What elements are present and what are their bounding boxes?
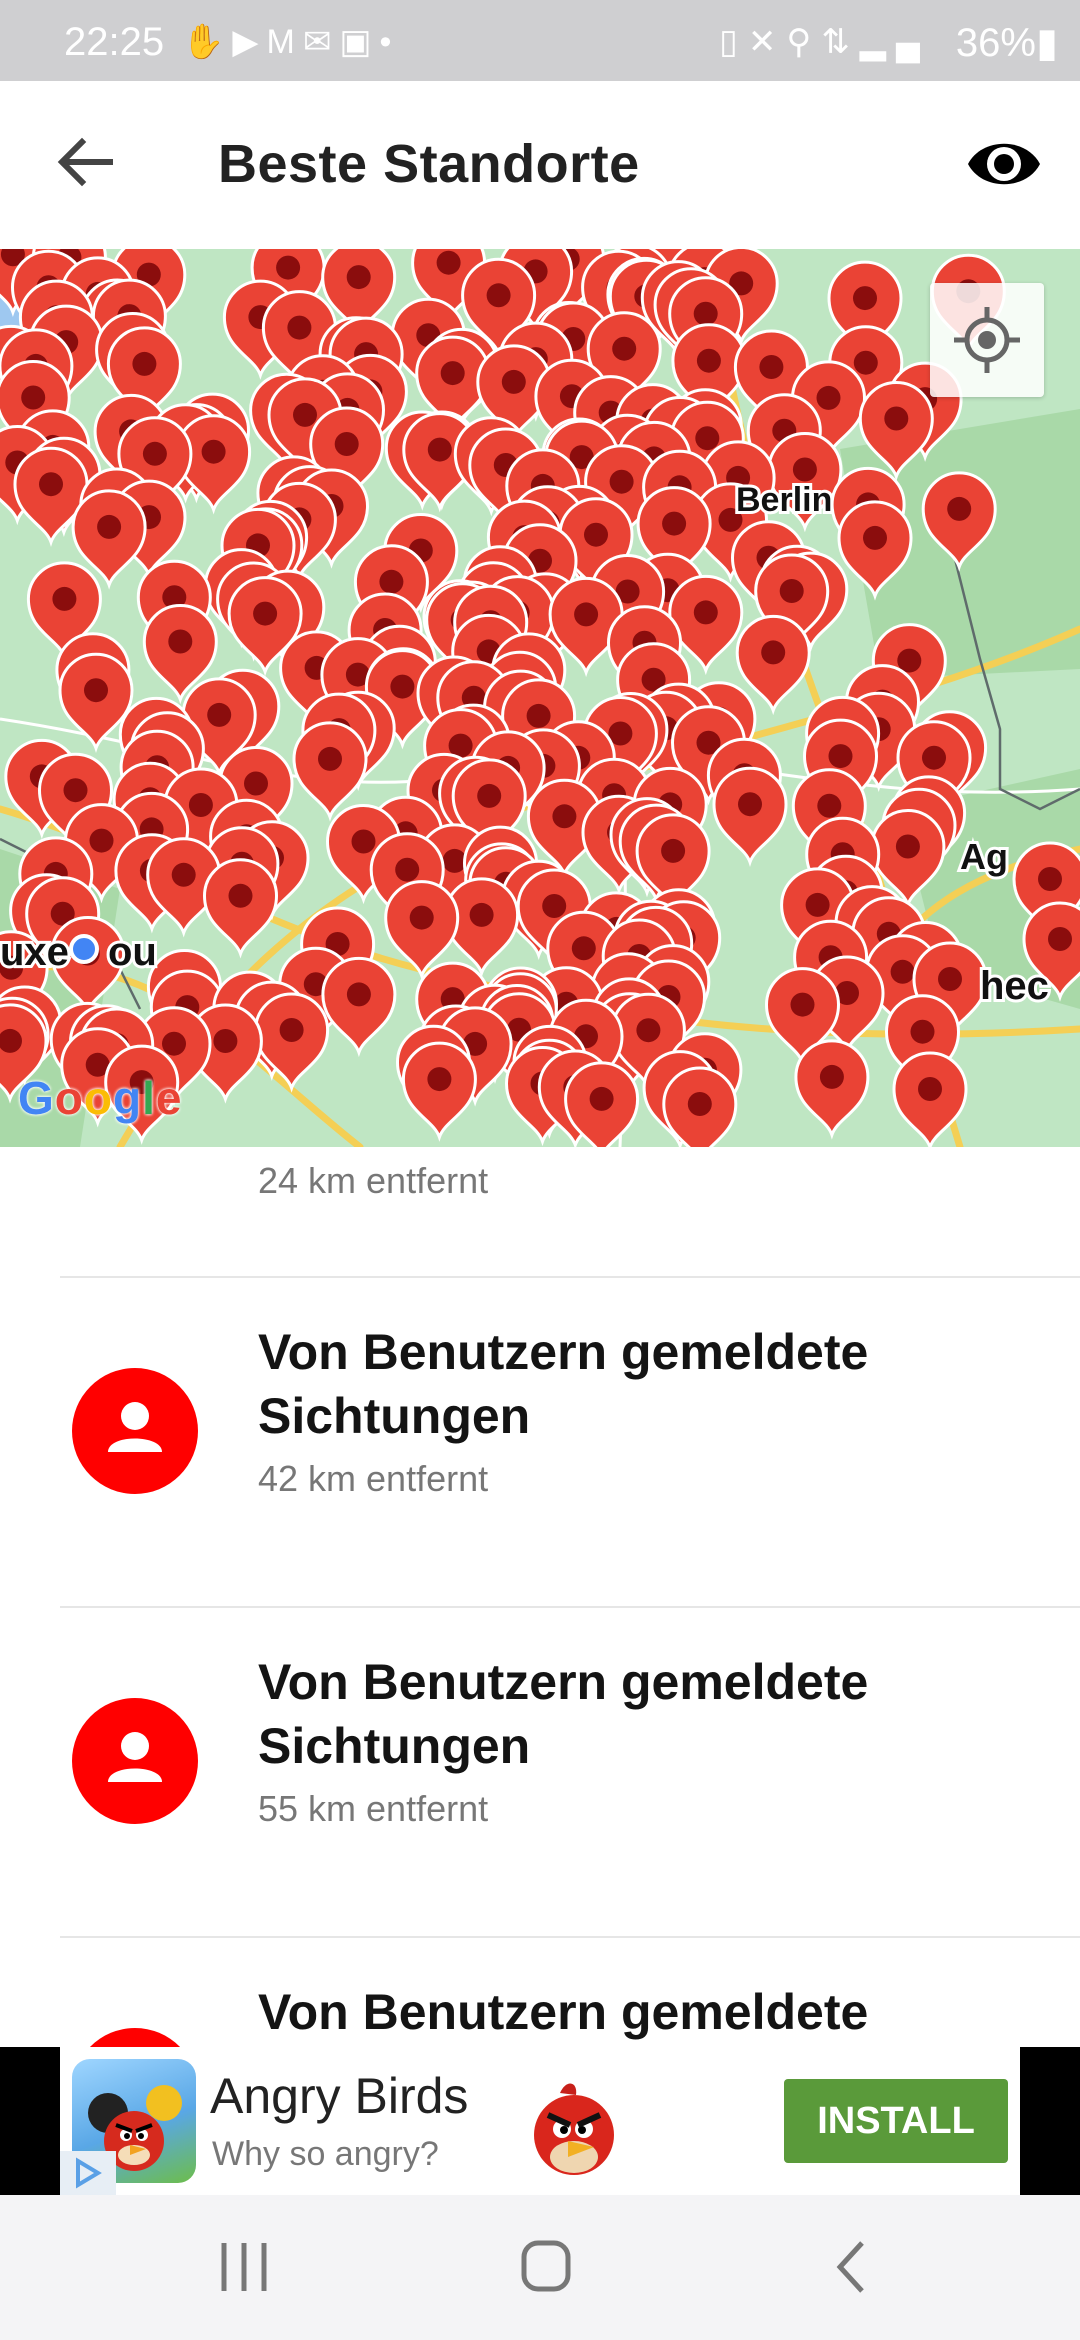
battery-level: 36%▮ xyxy=(955,21,1058,65)
page-title: Beste Standorte xyxy=(218,134,640,194)
user-location-dot xyxy=(69,934,99,964)
sighting-avatar xyxy=(72,1698,198,1824)
item-title: Von Benutzern gemeldete Sichtungen xyxy=(258,1654,869,1774)
play-icon xyxy=(76,2157,102,2189)
battery-saver-icon: ▯ xyxy=(719,23,748,61)
notification-icons: ✋▶M✉▣• xyxy=(182,22,399,62)
hand-icon: ✋ xyxy=(182,23,233,61)
system-icons: ▯✕⚲⇅▂▄ xyxy=(719,22,930,62)
video-icon: ▶ xyxy=(232,23,267,61)
location-icon: ⚲ xyxy=(786,23,822,61)
my-location-button[interactable] xyxy=(930,283,1044,397)
item-title: Von Benutzern gemeldete xyxy=(258,1984,869,2040)
red-bird-icon xyxy=(534,2083,614,2175)
status-bar: 22:25 ✋▶M✉▣• ▯✕⚲⇅▂▄ 36%▮ xyxy=(0,0,1080,81)
ad-subtitle: Why so angry? xyxy=(212,2135,439,2173)
ad-choices-icon[interactable] xyxy=(60,2151,116,2195)
map-label-east: Ag xyxy=(960,836,1008,877)
eye-icon xyxy=(968,143,1040,185)
mail-icon: ✉ xyxy=(302,23,340,61)
item-distance: 42 km entfernt xyxy=(258,1458,489,1499)
install-button[interactable]: INSTALL xyxy=(784,2079,1008,2163)
back-button[interactable] xyxy=(52,127,122,197)
sighting-avatar xyxy=(72,2028,198,2047)
map-label-west-2: ou xyxy=(108,930,157,974)
visibility-button[interactable] xyxy=(964,131,1044,197)
map-label-city: Berlin xyxy=(736,481,832,519)
ad-title[interactable]: Angry Birds xyxy=(210,2067,468,2125)
ad-content[interactable]: Angry Birds Why so angry? INSTALL xyxy=(60,2047,1020,2195)
map-canvas[interactable]: Berlin uxe ou Ag hec xyxy=(0,249,1080,1147)
item-distance: 55 km entfernt xyxy=(258,1788,489,1829)
item-title: Von Benutzern gemeldete Sichtungen xyxy=(258,1324,869,1444)
back-nav-icon[interactable] xyxy=(826,2235,876,2299)
status-time: 22:25 xyxy=(64,20,165,64)
home-icon[interactable] xyxy=(516,2235,576,2299)
list-item[interactable]: Von Benutzern gemeldete xyxy=(0,1938,1080,2047)
list-item[interactable]: Von Benutzern gemeldete Sichtungen 55 km… xyxy=(0,1608,1080,1936)
sighting-pins[interactable] xyxy=(0,249,1080,1147)
person-icon xyxy=(108,1732,162,1782)
location-list[interactable]: 24 km entfernt Von Benutzern gemeldete S… xyxy=(0,1147,1080,2047)
crosshair-icon xyxy=(954,307,1020,373)
map-label-west: uxe xyxy=(0,930,69,974)
gmail-icon: M xyxy=(266,23,303,61)
ad-banner[interactable]: Angry Birds Why so angry? INSTALL xyxy=(0,2047,1080,2195)
arrow-back-icon xyxy=(57,137,113,187)
list-item[interactable]: Von Benutzern gemeldete Sichtungen 42 km… xyxy=(0,1278,1080,1606)
sighting-avatar xyxy=(72,1368,198,1494)
signal-icon: ▂▄ xyxy=(859,23,930,61)
dot-icon: • xyxy=(379,23,400,61)
recents-icon[interactable] xyxy=(214,2235,274,2299)
image-icon: ▣ xyxy=(339,23,380,61)
google-logo: Google xyxy=(18,1072,183,1124)
system-nav-bar xyxy=(0,2195,1080,2340)
map-view[interactable]: Berlin uxe ou Ag hec Google xyxy=(0,249,1080,1147)
app-bar: Beste Standorte xyxy=(0,81,1080,249)
4g-icon: ⇅ xyxy=(821,23,860,61)
mute-icon: ✕ xyxy=(747,23,787,61)
person-icon xyxy=(108,1402,162,1452)
item-distance: 24 km entfernt xyxy=(258,1160,489,1201)
map-label-southeast: hec xyxy=(980,964,1049,1008)
